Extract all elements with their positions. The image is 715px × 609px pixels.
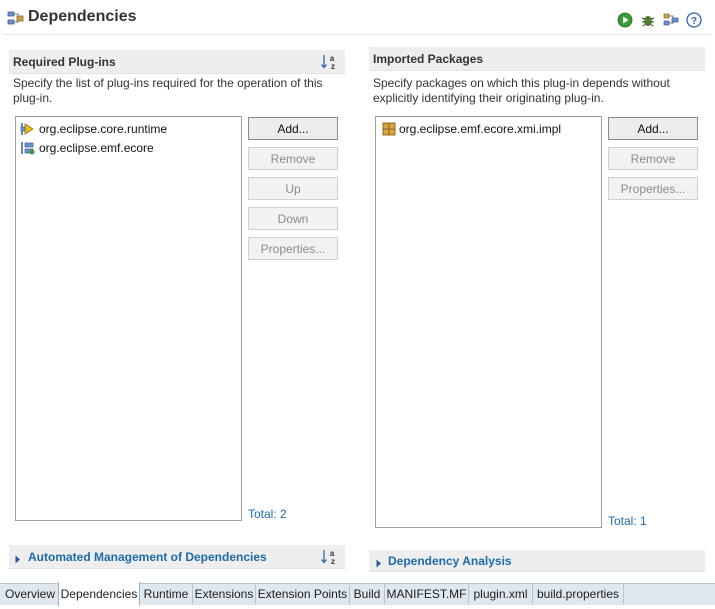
tab-dependencies[interactable]: Dependencies	[58, 582, 140, 606]
chevron-right-icon[interactable]	[376, 557, 382, 571]
tab-build-properties[interactable]: build.properties	[533, 583, 624, 605]
svg-text:z: z	[331, 557, 335, 566]
remove-plugin-button[interactable]: Remove	[248, 147, 338, 170]
tab-runtime[interactable]: Runtime	[140, 583, 193, 605]
tab-plugin-xml[interactable]: plugin.xml	[469, 583, 533, 605]
svg-text:?: ?	[691, 16, 697, 27]
plugin-properties-button[interactable]: Properties...	[248, 237, 338, 260]
debug-icon[interactable]	[640, 12, 656, 28]
imported-packages-title: Imported Packages	[373, 52, 484, 66]
package-properties-button[interactable]: Properties...	[608, 177, 698, 200]
list-item-label: org.eclipse.emf.ecore	[39, 140, 154, 155]
list-item[interactable]: org.eclipse.emf.ecore.xmi.impl	[382, 119, 561, 138]
imported-packages-description: Specify packages on which this plug-in d…	[373, 76, 670, 105]
export-icon[interactable]	[663, 12, 679, 28]
add-plugin-button[interactable]: Add...	[248, 117, 338, 140]
tab-extensions[interactable]: Extensions	[193, 583, 256, 605]
page-title: Dependencies	[28, 8, 137, 25]
required-plugins-description: Specify the list of plug-ins required fo…	[13, 76, 323, 105]
imported-packages-total: Total: 1	[608, 514, 647, 528]
required-plugins-total: Total: 2	[248, 507, 287, 521]
tab-extension-points[interactable]: Extension Points	[256, 583, 350, 605]
sort-az-icon[interactable]: a z	[320, 52, 340, 71]
tab-build[interactable]: Build	[350, 583, 385, 605]
tab-manifest[interactable]: MANIFEST.MF	[385, 583, 469, 605]
run-icon[interactable]	[617, 12, 633, 28]
list-item[interactable]: org.eclipse.emf.ecore	[20, 138, 154, 157]
dependencies-page-icon	[7, 10, 24, 27]
add-package-button[interactable]: Add...	[608, 117, 698, 140]
dependency-analysis-title[interactable]: Dependency Analysis	[388, 554, 512, 568]
automated-management-title[interactable]: Automated Management of Dependencies	[28, 550, 267, 564]
plugin-icon	[21, 141, 35, 154]
tab-overview[interactable]: Overview	[2, 583, 59, 605]
list-item-label: org.eclipse.emf.ecore.xmi.impl	[399, 121, 562, 136]
svg-text:z: z	[331, 62, 335, 71]
move-up-button[interactable]: Up	[248, 177, 338, 200]
imported-packages-list[interactable]: org.eclipse.emf.ecore.xmi.impl	[375, 116, 602, 528]
plugin-icon	[20, 122, 34, 135]
required-plugins-list[interactable]: org.eclipse.core.runtime org.eclipse.emf…	[15, 116, 242, 521]
sort-az-icon[interactable]: a z	[320, 547, 340, 566]
move-down-button[interactable]: Down	[248, 207, 338, 230]
help-icon[interactable]: ?	[686, 12, 702, 28]
chevron-right-icon[interactable]	[15, 553, 21, 567]
package-icon	[382, 122, 396, 135]
header-divider	[4, 34, 711, 35]
required-plugins-title: Required Plug-ins	[13, 55, 116, 69]
list-item[interactable]: org.eclipse.core.runtime	[20, 119, 167, 138]
remove-package-button[interactable]: Remove	[608, 147, 698, 170]
list-item-label: org.eclipse.core.runtime	[39, 121, 168, 136]
